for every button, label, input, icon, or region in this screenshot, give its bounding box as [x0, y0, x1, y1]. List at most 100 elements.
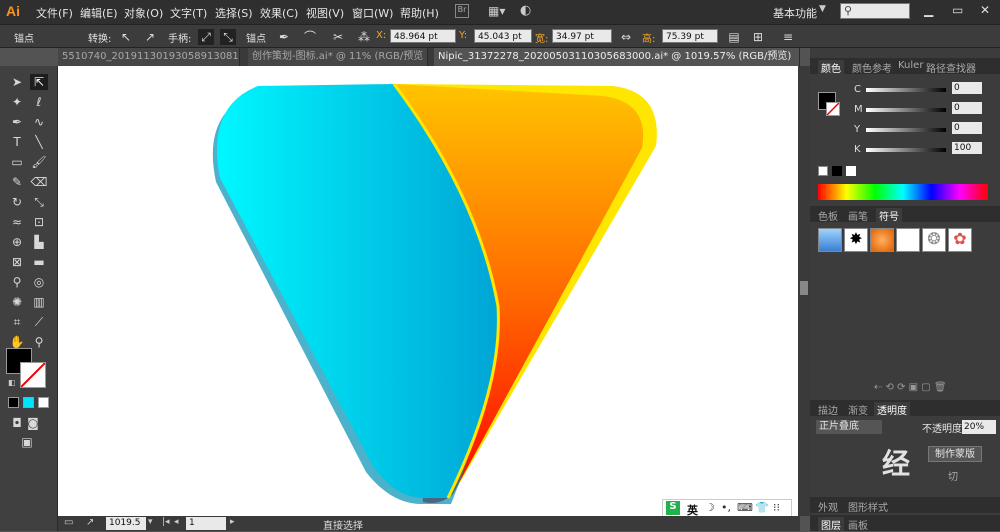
- prev-artboard-icon[interactable]: ◂: [174, 517, 179, 527]
- scrollbar-thumb[interactable]: [800, 281, 808, 295]
- tab-document-3[interactable]: Nipic_31372278_20200503110305683000.ai* …: [434, 48, 800, 66]
- symbol-splatter[interactable]: ✸: [844, 228, 868, 252]
- quick-swatches[interactable]: [818, 166, 858, 176]
- stroke-swatch[interactable]: [20, 362, 46, 388]
- paintbrush-tool-icon[interactable]: 🖌: [30, 154, 48, 170]
- x-field[interactable]: 48.964 pt: [390, 29, 456, 43]
- symbol-orange-ball[interactable]: [870, 228, 894, 252]
- link-icon[interactable]: ⇔: [618, 29, 634, 45]
- zoom-field[interactable]: 1019.5: [106, 517, 146, 530]
- zoom-dropdown-icon[interactable]: ▾: [148, 517, 153, 527]
- color-mode-icon[interactable]: [8, 397, 19, 408]
- menu-select[interactable]: 选择(S): [215, 5, 253, 21]
- tab-layers[interactable]: 图层: [818, 517, 844, 532]
- moon-icon[interactable]: ☽: [705, 501, 715, 514]
- workspace-switcher[interactable]: 基本功能: [773, 5, 817, 21]
- isolate-anchor-icon[interactable]: ⁂: [356, 29, 372, 45]
- tab-stroke[interactable]: 描边: [818, 402, 838, 417]
- bridge-icon[interactable]: Br: [455, 4, 469, 18]
- warp-tool-icon[interactable]: ≈: [8, 214, 26, 230]
- symbol-frame[interactable]: [896, 228, 920, 252]
- panel-stroke-swatch[interactable]: [826, 102, 840, 116]
- channel-c-field[interactable]: 0: [952, 82, 982, 94]
- color-spectrum[interactable]: [818, 184, 988, 200]
- tab-document-2[interactable]: 创作策划-图标.ai* @ 11% (RGB/预览: [248, 48, 428, 66]
- gradient-mode-icon[interactable]: [23, 397, 34, 408]
- tab-swatches[interactable]: 色板: [818, 208, 838, 223]
- menu-help[interactable]: 帮助(H): [400, 5, 439, 21]
- tab-appearance[interactable]: 外观: [818, 499, 838, 514]
- vertical-scrollbar[interactable]: [798, 66, 810, 516]
- menu-file[interactable]: 文件(F): [36, 5, 73, 21]
- convert-smooth-icon[interactable]: ↗: [142, 29, 158, 45]
- rotate-tool-icon[interactable]: ↻: [8, 194, 26, 210]
- channel-y-slider[interactable]: [866, 128, 946, 132]
- direct-selection-tool-icon[interactable]: ⇱: [30, 74, 48, 90]
- y-field[interactable]: 45.043 pt: [474, 29, 532, 43]
- transform-icon[interactable]: ⊞: [750, 29, 766, 45]
- shape-builder-tool-icon[interactable]: ⊕: [8, 234, 26, 250]
- tab-symbols[interactable]: 符号: [876, 208, 902, 223]
- symbol-blue-banner[interactable]: [818, 228, 842, 252]
- artboard-canvas[interactable]: S 英 ☽ •, ⌨ 👕 ⁝⁝: [58, 66, 798, 517]
- cut-path-icon[interactable]: ✂: [330, 29, 346, 45]
- logo-artwork[interactable]: [58, 66, 798, 516]
- close-icon[interactable]: ✕: [980, 3, 990, 17]
- channel-y-field[interactable]: 0: [952, 122, 982, 134]
- tab-document-1[interactable]: 5510740_20191130193058913081.ai*: [58, 48, 240, 66]
- search-input[interactable]: ⚲: [840, 3, 910, 19]
- slice-tool-icon[interactable]: ⟋: [30, 314, 48, 330]
- punctuation-icon[interactable]: •,: [721, 501, 731, 514]
- maximize-icon[interactable]: ▭: [952, 3, 963, 17]
- hide-handles-icon[interactable]: ⤡: [220, 29, 236, 45]
- eyedropper-tool-icon[interactable]: ⚲: [8, 274, 26, 290]
- menu-object[interactable]: 对象(O): [124, 5, 163, 21]
- show-handles-icon[interactable]: ⤢: [198, 29, 214, 45]
- channel-k-slider[interactable]: [866, 148, 946, 152]
- symbol-wreath[interactable]: ❂: [922, 228, 946, 252]
- tab-pathfinder[interactable]: 路径查找器: [926, 60, 976, 75]
- skin-icon[interactable]: 👕: [755, 501, 769, 514]
- screen-mode-icon[interactable]: ▣: [18, 434, 36, 450]
- free-transform-tool-icon[interactable]: ⊡: [30, 214, 48, 230]
- next-artboard-icon[interactable]: ▸: [230, 517, 235, 527]
- lasso-tool-icon[interactable]: ℓ: [30, 94, 48, 110]
- default-colors-icon[interactable]: ◧: [8, 378, 16, 387]
- none-mode-icon[interactable]: [38, 397, 49, 408]
- tab-color-guide[interactable]: 颜色参考: [852, 60, 892, 75]
- tab-artboards[interactable]: 画板: [848, 517, 868, 532]
- arrange-documents-icon[interactable]: ▦▾: [488, 4, 506, 18]
- tab-graphic-styles[interactable]: 图形样式: [848, 499, 888, 514]
- ime-toolbar[interactable]: S 英 ☽ •, ⌨ 👕 ⁝⁝: [662, 499, 792, 517]
- width-field[interactable]: 34.97 pt: [552, 29, 612, 43]
- blend-mode-select[interactable]: 正片叠底: [816, 420, 882, 434]
- draw-behind-icon[interactable]: ◙: [24, 415, 42, 431]
- blend-tool-icon[interactable]: ◎: [30, 274, 48, 290]
- make-mask-button[interactable]: 制作蒙版: [928, 446, 982, 462]
- curvature-tool-icon[interactable]: ∿: [30, 114, 48, 130]
- panel-menu-icon[interactable]: ≡: [780, 29, 796, 45]
- pencil-tool-icon[interactable]: ✎: [8, 174, 26, 190]
- opacity-field[interactable]: 20%: [962, 420, 996, 434]
- channel-k-field[interactable]: 100: [952, 142, 982, 154]
- tab-color[interactable]: 颜色: [818, 60, 844, 75]
- symbol-sprayer-tool-icon[interactable]: ✺: [8, 294, 26, 310]
- perspective-grid-tool-icon[interactable]: ▙: [30, 234, 48, 250]
- artboard-tool-icon[interactable]: ⌗: [8, 314, 26, 330]
- graph-tool-icon[interactable]: ▥: [30, 294, 48, 310]
- minimize-icon[interactable]: ▁: [924, 3, 933, 17]
- first-artboard-icon[interactable]: |◂: [162, 517, 170, 527]
- pen-tool-icon[interactable]: ✒: [8, 114, 26, 130]
- convert-corner-icon[interactable]: ↖: [118, 29, 134, 45]
- tab-transparency[interactable]: 透明度: [874, 402, 910, 417]
- rectangle-tool-icon[interactable]: ▭: [8, 154, 26, 170]
- channel-m-field[interactable]: 0: [952, 102, 982, 114]
- selection-tool-icon[interactable]: ➤: [8, 74, 26, 90]
- line-tool-icon[interactable]: ╲: [30, 134, 48, 150]
- eraser-tool-icon[interactable]: ⌫: [30, 174, 48, 190]
- menu-effect[interactable]: 效果(C): [260, 5, 298, 21]
- connect-anchor-icon[interactable]: ⌒: [302, 29, 318, 45]
- scale-tool-icon[interactable]: ⤡: [30, 194, 48, 210]
- align-icon[interactable]: ▤: [726, 29, 742, 45]
- menu-type[interactable]: 文字(T): [170, 5, 207, 21]
